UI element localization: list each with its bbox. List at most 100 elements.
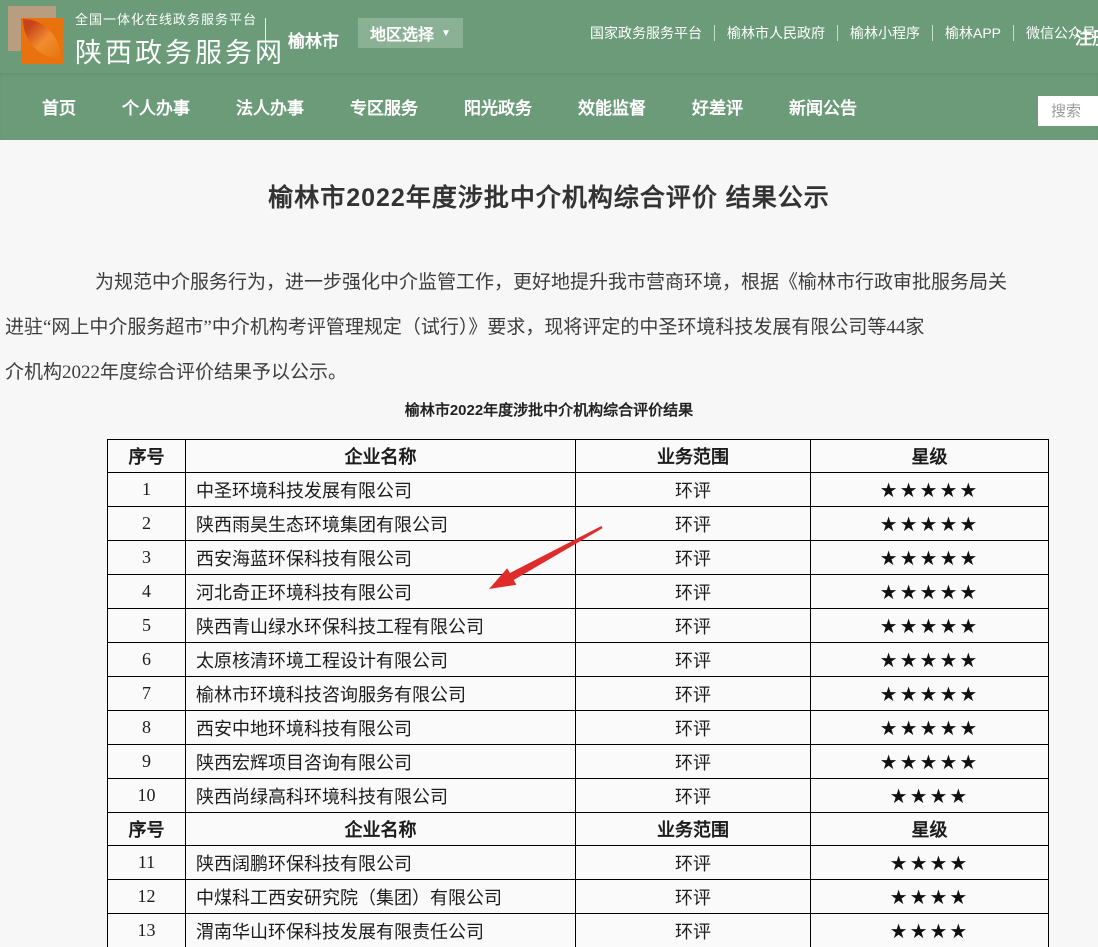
cell-name: 西安海蓝环保科技有限公司 [186, 541, 576, 575]
cell-no: 8 [108, 711, 186, 745]
nav-item-3[interactable]: 专区服务 [350, 94, 418, 119]
cell-scope: 环评 [576, 609, 811, 643]
column-header: 序号 [108, 440, 186, 473]
cell-stars: ★★★★★ [811, 711, 1049, 745]
cell-no: 2 [108, 507, 186, 541]
cell-scope: 环评 [576, 643, 811, 677]
cell-no: 13 [108, 914, 186, 947]
page-title: 榆林市2022年度涉批中介机构综合评价 结果公示 [0, 140, 1098, 214]
paragraph-line: 介机构2022年度综合评价结果予以公示。 [0, 350, 1098, 395]
table-row: 7榆林市环境科技咨询服务有限公司环评★★★★★ [108, 677, 1049, 711]
cell-name: 陕西阔鹏环保科技有限公司 [186, 846, 576, 880]
region-selector-button[interactable]: 地区选择 ▼ [358, 18, 463, 48]
site-header: 全国一体化在线政务服务平台 陕西政务服务网 榆林市 地区选择 ▼ 国家政务服务平… [0, 0, 1098, 73]
column-header: 序号 [108, 813, 186, 846]
announcement-content: 榆林市2022年度涉批中介机构综合评价 结果公示 为规范中介服务行为，进一步强化… [0, 140, 1098, 947]
cell-stars: ★★★★★ [811, 473, 1049, 507]
platform-name: 全国一体化在线政务服务平台 [75, 9, 285, 28]
cell-stars: ★★★★★ [811, 609, 1049, 643]
table-header-row: 序号企业名称业务范围星级 [108, 440, 1049, 473]
table-row: 1中圣环境科技发展有限公司环评★★★★★ [108, 473, 1049, 507]
cell-scope: 环评 [576, 507, 811, 541]
nav-item-6[interactable]: 好差评 [692, 94, 743, 119]
paragraph-line: 为规范中介服务行为，进一步强化中介监管工作，更好地提升我市营商环境，根据《榆林市… [0, 260, 1098, 305]
cell-name: 河北奇正环境科技有限公司 [186, 575, 576, 609]
cell-no: 5 [108, 609, 186, 643]
cell-name: 陕西宏辉项目咨询有限公司 [186, 745, 576, 779]
top-links: 国家政务服务平台榆林市人民政府榆林小程序榆林APP微信公众号 [578, 25, 1098, 41]
site-logo-icon [8, 6, 64, 64]
cell-stars: ★★★★★ [811, 643, 1049, 677]
cell-scope: 环评 [576, 677, 811, 711]
chevron-down-icon: ▼ [441, 28, 451, 39]
table-row: 9陕西宏辉项目咨询有限公司环评★★★★★ [108, 745, 1049, 779]
cell-no: 3 [108, 541, 186, 575]
region-selector-label: 地区选择 [370, 21, 434, 45]
nav-item-2[interactable]: 法人办事 [236, 94, 304, 119]
cell-stars: ★★★★ [811, 779, 1049, 813]
top-link-3[interactable]: 榆林APP [933, 25, 1014, 41]
nav-item-4[interactable]: 阳光政务 [464, 94, 532, 119]
search-input[interactable] [1038, 96, 1098, 126]
top-link-0[interactable]: 国家政务服务平台 [578, 25, 715, 41]
cell-no: 12 [108, 880, 186, 914]
column-header: 企业名称 [186, 440, 576, 473]
table-row: 12中煤科工西安研究院（集团）有限公司环评★★★★ [108, 880, 1049, 914]
column-header: 企业名称 [186, 813, 576, 846]
cell-stars: ★★★★★ [811, 677, 1049, 711]
header-divider [265, 18, 266, 56]
cell-name: 榆林市环境科技咨询服务有限公司 [186, 677, 576, 711]
table-row: 8西安中地环境科技有限公司环评★★★★★ [108, 711, 1049, 745]
register-link[interactable]: 注册 [1075, 24, 1098, 49]
table-row: 13渭南华山环保科技发展有限责任公司环评★★★★ [108, 914, 1049, 947]
cell-name: 西安中地环境科技有限公司 [186, 711, 576, 745]
column-header: 业务范围 [576, 813, 811, 846]
table-row: 5陕西青山绿水环保科技工程有限公司环评★★★★★ [108, 609, 1049, 643]
cell-scope: 环评 [576, 711, 811, 745]
cell-no: 10 [108, 779, 186, 813]
cell-no: 6 [108, 643, 186, 677]
cell-stars: ★★★★ [811, 914, 1049, 947]
cell-stars: ★★★★★ [811, 575, 1049, 609]
cell-no: 9 [108, 745, 186, 779]
cell-scope: 环评 [576, 745, 811, 779]
table-caption: 榆林市2022年度涉批中介机构综合评价结果 [0, 399, 1098, 420]
cell-name: 渭南华山环保科技发展有限责任公司 [186, 914, 576, 947]
cell-scope: 环评 [576, 914, 811, 947]
nav-item-0[interactable]: 首页 [42, 94, 76, 119]
cell-scope: 环评 [576, 575, 811, 609]
nav-item-7[interactable]: 新闻公告 [789, 94, 857, 119]
cell-name: 中煤科工西安研究院（集团）有限公司 [186, 880, 576, 914]
brand-text: 全国一体化在线政务服务平台 陕西政务服务网 [75, 9, 285, 70]
cell-stars: ★★★★★ [811, 507, 1049, 541]
site-name: 陕西政务服务网 [75, 31, 285, 70]
table-row: 10陕西尚绿高科环境科技有限公司环评★★★★ [108, 779, 1049, 813]
nav-item-5[interactable]: 效能监督 [578, 94, 646, 119]
cell-name: 中圣环境科技发展有限公司 [186, 473, 576, 507]
table-row: 2陕西雨昊生态环境集团有限公司环评★★★★★ [108, 507, 1049, 541]
cell-name: 陕西青山绿水环保科技工程有限公司 [186, 609, 576, 643]
cell-scope: 环评 [576, 880, 811, 914]
cell-name: 太原核清环境工程设计有限公司 [186, 643, 576, 677]
cell-scope: 环评 [576, 846, 811, 880]
table-row: 4河北奇正环境科技有限公司环评★★★★★ [108, 575, 1049, 609]
cell-stars: ★★★★★ [811, 541, 1049, 575]
cell-name: 陕西尚绿高科环境科技有限公司 [186, 779, 576, 813]
cell-no: 4 [108, 575, 186, 609]
announcement-paragraph: 为规范中介服务行为，进一步强化中介监管工作，更好地提升我市营商环境，根据《榆林市… [0, 260, 1098, 395]
evaluation-table: 序号企业名称业务范围星级1中圣环境科技发展有限公司环评★★★★★2陕西雨昊生态环… [107, 439, 1049, 947]
paragraph-line: 进驻“网上中介服务超市”中介机构考评管理规定（试行）》要求，现将评定的中圣环境科… [0, 305, 1098, 350]
cell-scope: 环评 [576, 473, 811, 507]
cell-stars: ★★★★ [811, 846, 1049, 880]
cell-stars: ★★★★ [811, 880, 1049, 914]
cell-no: 7 [108, 677, 186, 711]
table-row: 11陕西阔鹏环保科技有限公司环评★★★★ [108, 846, 1049, 880]
column-header: 业务范围 [576, 440, 811, 473]
top-link-2[interactable]: 榆林小程序 [838, 25, 933, 41]
cell-scope: 环评 [576, 779, 811, 813]
nav-item-1[interactable]: 个人办事 [122, 94, 190, 119]
table-row: 3西安海蓝环保科技有限公司环评★★★★★ [108, 541, 1049, 575]
top-link-1[interactable]: 榆林市人民政府 [715, 25, 838, 41]
table-header-row: 序号企业名称业务范围星级 [108, 813, 1049, 846]
cell-no: 1 [108, 473, 186, 507]
